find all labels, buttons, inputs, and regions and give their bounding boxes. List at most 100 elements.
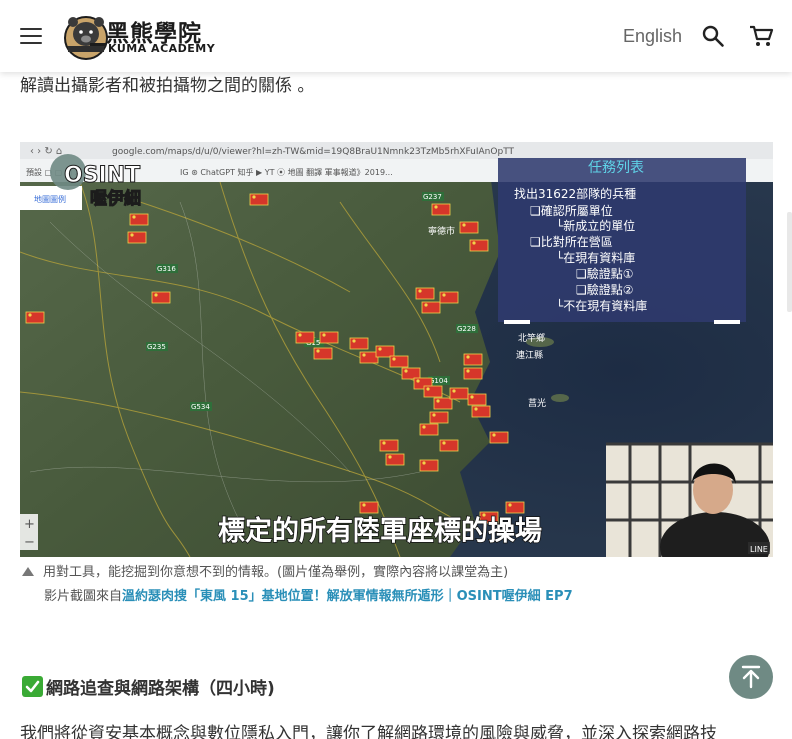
army-flag-marker <box>359 351 379 364</box>
site-header: 黑熊學院 KUMA ACADEMY English <box>0 0 792 72</box>
flag-star <box>404 369 408 373</box>
army-flag-marker <box>459 221 479 234</box>
flag-star <box>378 347 382 351</box>
army-flag-marker <box>505 501 525 514</box>
place-label: 莒光 <box>528 397 546 409</box>
army-flag-marker <box>295 331 315 344</box>
army-flag-marker <box>431 203 451 216</box>
section-paragraph: 我們將從資安基本概念與數位隱私入門，讓你了解網路環境的風險與威脅，並深入探索網路… <box>20 724 717 739</box>
road-label: G237 <box>423 193 442 201</box>
task-item: └新成立的單位 <box>556 218 635 233</box>
army-flag-marker <box>429 411 449 424</box>
back-to-top-button[interactable] <box>729 655 773 699</box>
place-label: 連江縣 <box>516 349 543 361</box>
line-watermark: LINE <box>750 545 768 554</box>
army-flag-marker <box>467 393 487 406</box>
army-flag-marker <box>439 291 459 304</box>
flag-star <box>362 503 366 507</box>
army-flag-marker <box>379 439 399 452</box>
army-flag-marker <box>385 453 405 466</box>
bear-logo-icon <box>64 16 108 60</box>
flag-star <box>472 241 476 245</box>
army-flag-marker <box>463 367 483 380</box>
video-subtitle: 標定的所有陸軍座標的操場 <box>218 515 542 547</box>
army-flag-marker <box>375 345 395 358</box>
figure-source: 影片截圖來自溫約瑟肉搜「東風 15」基地位置！解放軍情報無所遁形｜OSINT喔伊… <box>44 585 573 604</box>
army-flag-marker <box>423 385 443 398</box>
menu-icon[interactable] <box>20 26 44 46</box>
flag-star <box>422 461 426 465</box>
site-logo[interactable]: 黑熊學院 KUMA ACADEMY <box>62 12 215 60</box>
task-item: 找出31622部隊的兵種 <box>514 186 636 201</box>
check-mark-icon <box>22 676 43 697</box>
task-item: ❑確認所屬單位 <box>530 203 613 218</box>
osint-logo-text: OSINT <box>64 163 140 188</box>
army-flag-marker <box>151 291 171 304</box>
army-flag-marker <box>249 193 269 206</box>
svg-text:‹ › ↻ ⌂: ‹ › ↻ ⌂ <box>30 146 62 157</box>
flag-star <box>470 395 474 399</box>
task-item: ❑驗證點② <box>576 282 634 297</box>
flag-star <box>352 339 356 343</box>
language-switch[interactable]: English <box>623 26 682 47</box>
flag-star <box>426 387 430 391</box>
section-heading: 網路追查與網路架構（四小時) <box>22 674 275 699</box>
section-heading-text: 網路追查與網路架構（四小時) <box>46 679 275 699</box>
army-flag-marker <box>389 355 409 368</box>
flag-star <box>392 357 396 361</box>
browser-url-text: google.com/maps/d/u/0/viewer?hl=zh-TW&mi… <box>112 147 515 157</box>
army-flag-marker <box>313 347 333 360</box>
flag-star <box>388 455 392 459</box>
army-flag-marker <box>129 213 149 226</box>
flag-star <box>154 293 158 297</box>
flag-star <box>362 353 366 357</box>
flag-star <box>28 313 32 317</box>
flag-star <box>442 441 446 445</box>
flag-star <box>322 333 326 337</box>
flag-star <box>434 205 438 209</box>
flag-star <box>132 215 136 219</box>
cart-icon[interactable] <box>748 23 774 49</box>
army-flag-marker <box>319 331 339 344</box>
army-flag-marker <box>401 367 421 380</box>
map-screenshot-image: ‹ › ↻ ⌂ google.com/maps/d/u/0/viewer?hl=… <box>20 142 773 557</box>
search-icon[interactable] <box>701 24 725 48</box>
source-video-link[interactable]: 溫約瑟肉搜「東風 15」基地位置！解放軍情報無所遁形｜OSINT喔伊細 EP7 <box>122 589 573 604</box>
task-list-title: 任務列表 <box>588 160 644 176</box>
road-label: G534 <box>191 403 210 411</box>
army-flag-marker <box>419 423 439 436</box>
road-label: G235 <box>147 343 166 351</box>
source-prefix: 影片截圖來自 <box>44 589 123 604</box>
flag-star <box>418 289 422 293</box>
arrow-up-icon <box>741 665 761 689</box>
flag-star <box>298 333 302 337</box>
flag-star <box>316 349 320 353</box>
task-item: └在現有資料庫 <box>556 250 635 265</box>
task-item: ❑比對所在營區 <box>530 235 613 249</box>
flag-star <box>442 293 446 297</box>
army-flag-marker <box>439 439 459 452</box>
zoom-in-button: + <box>24 517 35 532</box>
flag-star <box>424 303 428 307</box>
army-flag-marker <box>469 239 489 252</box>
army-flag-marker <box>415 287 435 300</box>
army-flag-marker <box>359 501 379 514</box>
scrollbar[interactable] <box>787 212 792 312</box>
army-flag-marker <box>433 397 453 410</box>
figure-caption: 用對工具，能挖掘到你意想不到的情報。(圖片僅為舉例，實際內容將以課堂為主) <box>22 561 508 580</box>
task-item: ❑驗證點① <box>576 266 634 281</box>
flag-star <box>432 413 436 417</box>
logo-english-text: KUMA ACADEMY <box>108 42 216 55</box>
zoom-out-button: − <box>24 535 35 550</box>
army-flag-marker <box>25 311 45 324</box>
flag-star <box>130 233 134 237</box>
flag-star <box>492 433 496 437</box>
army-flag-marker <box>449 387 469 400</box>
flag-star <box>436 399 440 403</box>
flag-star <box>452 389 456 393</box>
army-flag-marker <box>419 459 439 472</box>
army-flag-marker <box>471 405 491 418</box>
flag-star <box>416 379 420 383</box>
svg-text:IG ⊛ ChatGPT 知乎 ▶ YT ⦿: IG ⊛ ChatGPT 知乎 ▶ YT ⦿ 地圖 翻譯 軍事報道》2019..… <box>180 167 393 177</box>
army-flag-marker <box>421 301 441 314</box>
